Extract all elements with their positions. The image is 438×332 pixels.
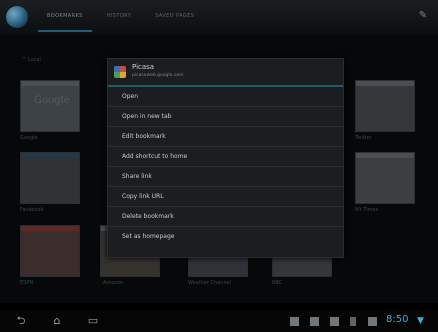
- action-bar: BOOKMARKS HISTORY SAVED PAGES ✎: [0, 0, 438, 35]
- browser-globe-icon[interactable]: [6, 6, 28, 28]
- menu-item-label: Add shortcut to home: [122, 153, 188, 160]
- menu-item-label: Delete bookmark: [122, 213, 174, 220]
- add-bookmark-icon[interactable]: ✎: [416, 9, 430, 23]
- browser-app: BOOKMARKS HISTORY SAVED PAGES ✎ ^ Local …: [0, 0, 438, 332]
- usb-icon[interactable]: [350, 317, 356, 326]
- tab-history[interactable]: HISTORY: [98, 0, 140, 30]
- bookmark-thumbnail[interactable]: [355, 80, 415, 132]
- menu-item-add-shortcut[interactable]: Add shortcut to home: [108, 147, 343, 167]
- bookmark-label: ESPN: [20, 280, 34, 286]
- bookmark-label: Amazon: [103, 280, 124, 286]
- bookmark-label: NY Times: [355, 207, 379, 213]
- menu-item-open-new-tab[interactable]: Open in new tab: [108, 107, 343, 127]
- notification-icon[interactable]: [310, 317, 319, 326]
- google-logo: Google: [34, 95, 70, 106]
- home-icon[interactable]: ⌂: [46, 313, 68, 329]
- menu-item-label: Open in new tab: [122, 113, 172, 120]
- context-menu-url: picasaweb.google.com: [132, 73, 184, 78]
- menu-item-label: Set as homepage: [122, 233, 175, 240]
- menu-item-label: Share link: [122, 173, 152, 180]
- folder-label[interactable]: ^ Local: [22, 57, 41, 63]
- notification-icon[interactable]: [330, 317, 339, 326]
- bookmark-thumbnail[interactable]: [20, 152, 80, 204]
- picasa-favicon-icon: [114, 66, 126, 78]
- menu-item-share-link[interactable]: Share link: [108, 167, 343, 187]
- bookmark-thumbnail[interactable]: [20, 225, 80, 277]
- back-icon[interactable]: ⮌: [10, 313, 32, 329]
- menu-item-set-homepage[interactable]: Set as homepage: [108, 227, 343, 247]
- bookmark-tabs: BOOKMARKS HISTORY SAVED PAGES: [38, 0, 209, 34]
- menu-item-label: Copy link URL: [122, 193, 164, 200]
- menu-item-label: Edit bookmark: [122, 133, 166, 140]
- bookmark-label: Weather Channel: [188, 280, 232, 286]
- bookmark-label: Google: [20, 135, 38, 141]
- menu-item-open[interactable]: Open: [108, 87, 343, 107]
- menu-item-copy-link-url[interactable]: Copy link URL: [108, 187, 343, 207]
- context-menu-header: Picasa picasaweb.google.com: [108, 59, 343, 87]
- bookmark-label: Facebook: [20, 207, 44, 213]
- tab-bookmarks[interactable]: BOOKMARKS: [38, 0, 92, 32]
- bookmark-label: BBC: [272, 280, 283, 286]
- menu-item-label: Open: [122, 93, 139, 100]
- notification-icon[interactable]: [290, 317, 299, 326]
- bookmark-context-menu: Picasa picasaweb.google.com Open Open in…: [107, 58, 344, 258]
- system-bar: ⮌ ⌂ ▭ 8:50 ▼: [0, 310, 438, 332]
- wifi-icon: ▼: [417, 316, 424, 326]
- recents-icon[interactable]: ▭: [82, 313, 104, 329]
- bookmark-thumbnail[interactable]: [355, 152, 415, 204]
- menu-item-delete-bookmark[interactable]: Delete bookmark: [108, 207, 343, 227]
- notification-icon[interactable]: [368, 317, 377, 326]
- clock[interactable]: 8:50: [386, 314, 408, 325]
- context-menu-title: Picasa: [132, 63, 155, 71]
- tab-saved-pages[interactable]: SAVED PAGES: [146, 0, 203, 30]
- menu-item-edit-bookmark[interactable]: Edit bookmark: [108, 127, 343, 147]
- bookmark-label: Twitter: [355, 135, 372, 141]
- bookmark-thumbnail[interactable]: Google: [20, 80, 80, 132]
